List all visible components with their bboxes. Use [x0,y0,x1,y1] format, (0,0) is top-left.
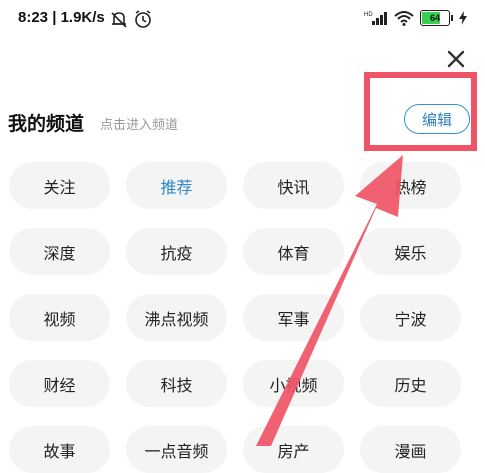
status-separator: | [52,9,61,26]
alarm-icon [135,10,151,28]
network-speed: 1.9K/s [60,9,105,26]
channel-chip[interactable]: 热榜 [360,162,461,209]
edit-highlight-box [364,72,477,151]
status-left-icons [111,10,151,28]
status-bar: 8:23 | 1.9K/s HD 64 [0,0,485,40]
charging-icon [459,11,467,25]
channel-chip[interactable]: 沸点视频 [126,294,227,341]
battery-tip [451,15,453,21]
channel-grid: 关注 推荐 快讯 热榜深度 抗疫 体育 娱乐视频 沸点视频 军事 宁波财经 科技 小视频 历史故事 一点音… [9,162,461,473]
page-subtitle: 点击进入频道 [100,118,179,133]
channel-chip[interactable]: 娱乐 [360,228,461,275]
status-time-speed: 8:23 | 1.9K/s [18,9,105,26]
channel-chip[interactable]: 一点音频 [126,426,227,473]
hd-signal-icon: HD [364,12,387,25]
channel-chip[interactable]: 宁波 [360,294,461,341]
close-button[interactable] [443,46,469,72]
channel-chip[interactable]: 小视频 [243,360,344,407]
channel-chip[interactable]: 房产 [243,426,344,473]
channel-chip[interactable]: 快讯 [243,162,344,209]
svg-text:HD: HD [364,12,373,18]
channel-chip[interactable]: 深度 [9,228,110,275]
channel-chip[interactable]: 关注 [9,162,110,209]
channel-chip[interactable]: 财经 [9,360,110,407]
mute-bell-icon [111,12,127,28]
channel-chip[interactable]: 体育 [243,228,344,275]
channel-chip[interactable]: 故事 [9,426,110,473]
channel-chip[interactable]: 推荐 [126,162,227,209]
channel-chip[interactable]: 视频 [9,294,110,341]
channel-chip[interactable]: 历史 [360,360,461,407]
battery-percent: 64 [429,13,440,23]
status-time: 8:23 [18,9,49,26]
channel-chip[interactable]: 抗疫 [126,228,227,275]
channel-chip[interactable]: 军事 [243,294,344,341]
channel-chip[interactable]: 漫画 [360,426,461,473]
status-right-icons: HD 64 [364,10,467,26]
battery-icon: 64 [420,10,450,26]
channel-chip[interactable]: 科技 [126,360,227,407]
page-title: 我的频道 [8,113,85,135]
wifi-icon [394,11,414,26]
close-icon [447,50,465,68]
